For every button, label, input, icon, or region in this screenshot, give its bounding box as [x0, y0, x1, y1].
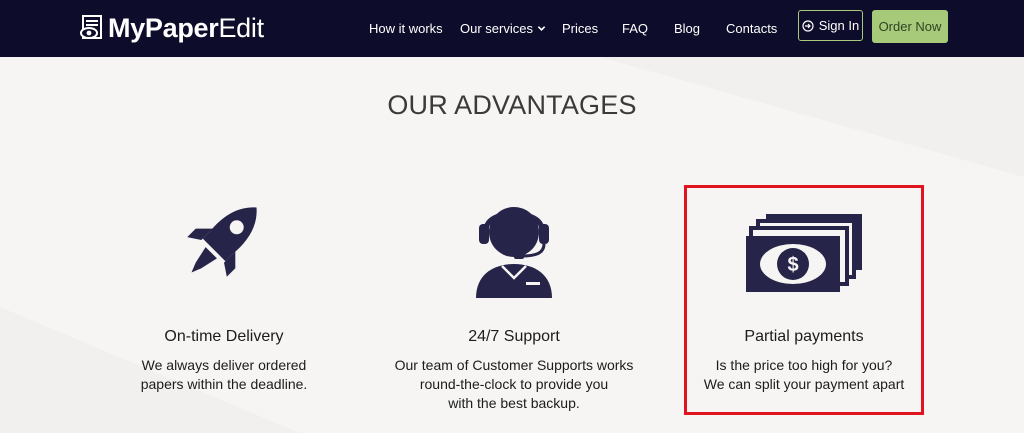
- card-title: 24/7 Support: [468, 328, 560, 345]
- card-description-line: Is the price too high for you?: [715, 357, 893, 373]
- card-description: We always deliver ordered papers within …: [104, 356, 344, 394]
- nav-faq[interactable]: FAQ: [622, 0, 648, 57]
- nav-prices[interactable]: Prices: [562, 0, 598, 57]
- card-description-line: We always deliver ordered: [141, 357, 307, 373]
- chevron-down-icon: [537, 26, 546, 31]
- card-icon-wrapper: [104, 190, 344, 300]
- nav-our-services[interactable]: Our services: [460, 0, 546, 57]
- card-description-line: We can split your payment apart: [703, 376, 905, 392]
- logo-text-part2: Edit: [218, 13, 264, 43]
- document-eye-icon: [80, 15, 102, 39]
- sign-in-icon: [802, 19, 814, 32]
- card-description-line: papers within the deadline.: [140, 376, 308, 392]
- sign-in-label: Sign In: [818, 18, 860, 33]
- card-title: On-time Delivery: [164, 328, 284, 345]
- card-description-line: with the best backup.: [448, 395, 580, 411]
- nav-our-services-label: Our services: [460, 21, 533, 36]
- page: MyPaperEdit How it works Our services Pr…: [0, 0, 1024, 433]
- card-icon-wrapper: $: [684, 190, 924, 300]
- nav-contacts[interactable]: Contacts: [726, 0, 777, 57]
- card-description: Our team of Customer Supports works roun…: [394, 356, 634, 413]
- support-agent-icon: [476, 207, 552, 298]
- card-description-line: Our team of Customer Supports works: [394, 357, 634, 373]
- card-description: Is the price too high for you? We can sp…: [684, 356, 924, 394]
- card-icon-wrapper: [394, 190, 634, 300]
- logo-text: MyPaperEdit: [108, 12, 264, 44]
- order-now-button[interactable]: Order Now: [872, 10, 948, 43]
- nav-how-it-works[interactable]: How it works: [369, 0, 443, 57]
- site-logo[interactable]: MyPaperEdit: [80, 12, 264, 44]
- advantage-card-partial-payments: $ Partial payments Is the price too high…: [684, 190, 924, 392]
- logo-text-part1: MyPaper: [108, 13, 219, 43]
- nav-blog[interactable]: Blog: [674, 0, 700, 57]
- card-title: Partial payments: [744, 328, 864, 345]
- section-title: OUR ADVANTAGES: [387, 90, 637, 120]
- svg-text:$: $: [787, 254, 798, 276]
- advantage-card-on-time-delivery: On-time Delivery We always deliver order…: [104, 190, 344, 392]
- rocket-icon: [187, 207, 257, 277]
- money-bills-icon: $: [746, 214, 862, 292]
- top-navbar: MyPaperEdit How it works Our services Pr…: [0, 0, 1024, 57]
- advantage-card-support: 24/7 Support Our team of Customer Suppor…: [394, 190, 634, 411]
- sign-in-button[interactable]: Sign In: [798, 10, 863, 41]
- card-description-line: round-the-clock to provide you: [419, 376, 609, 392]
